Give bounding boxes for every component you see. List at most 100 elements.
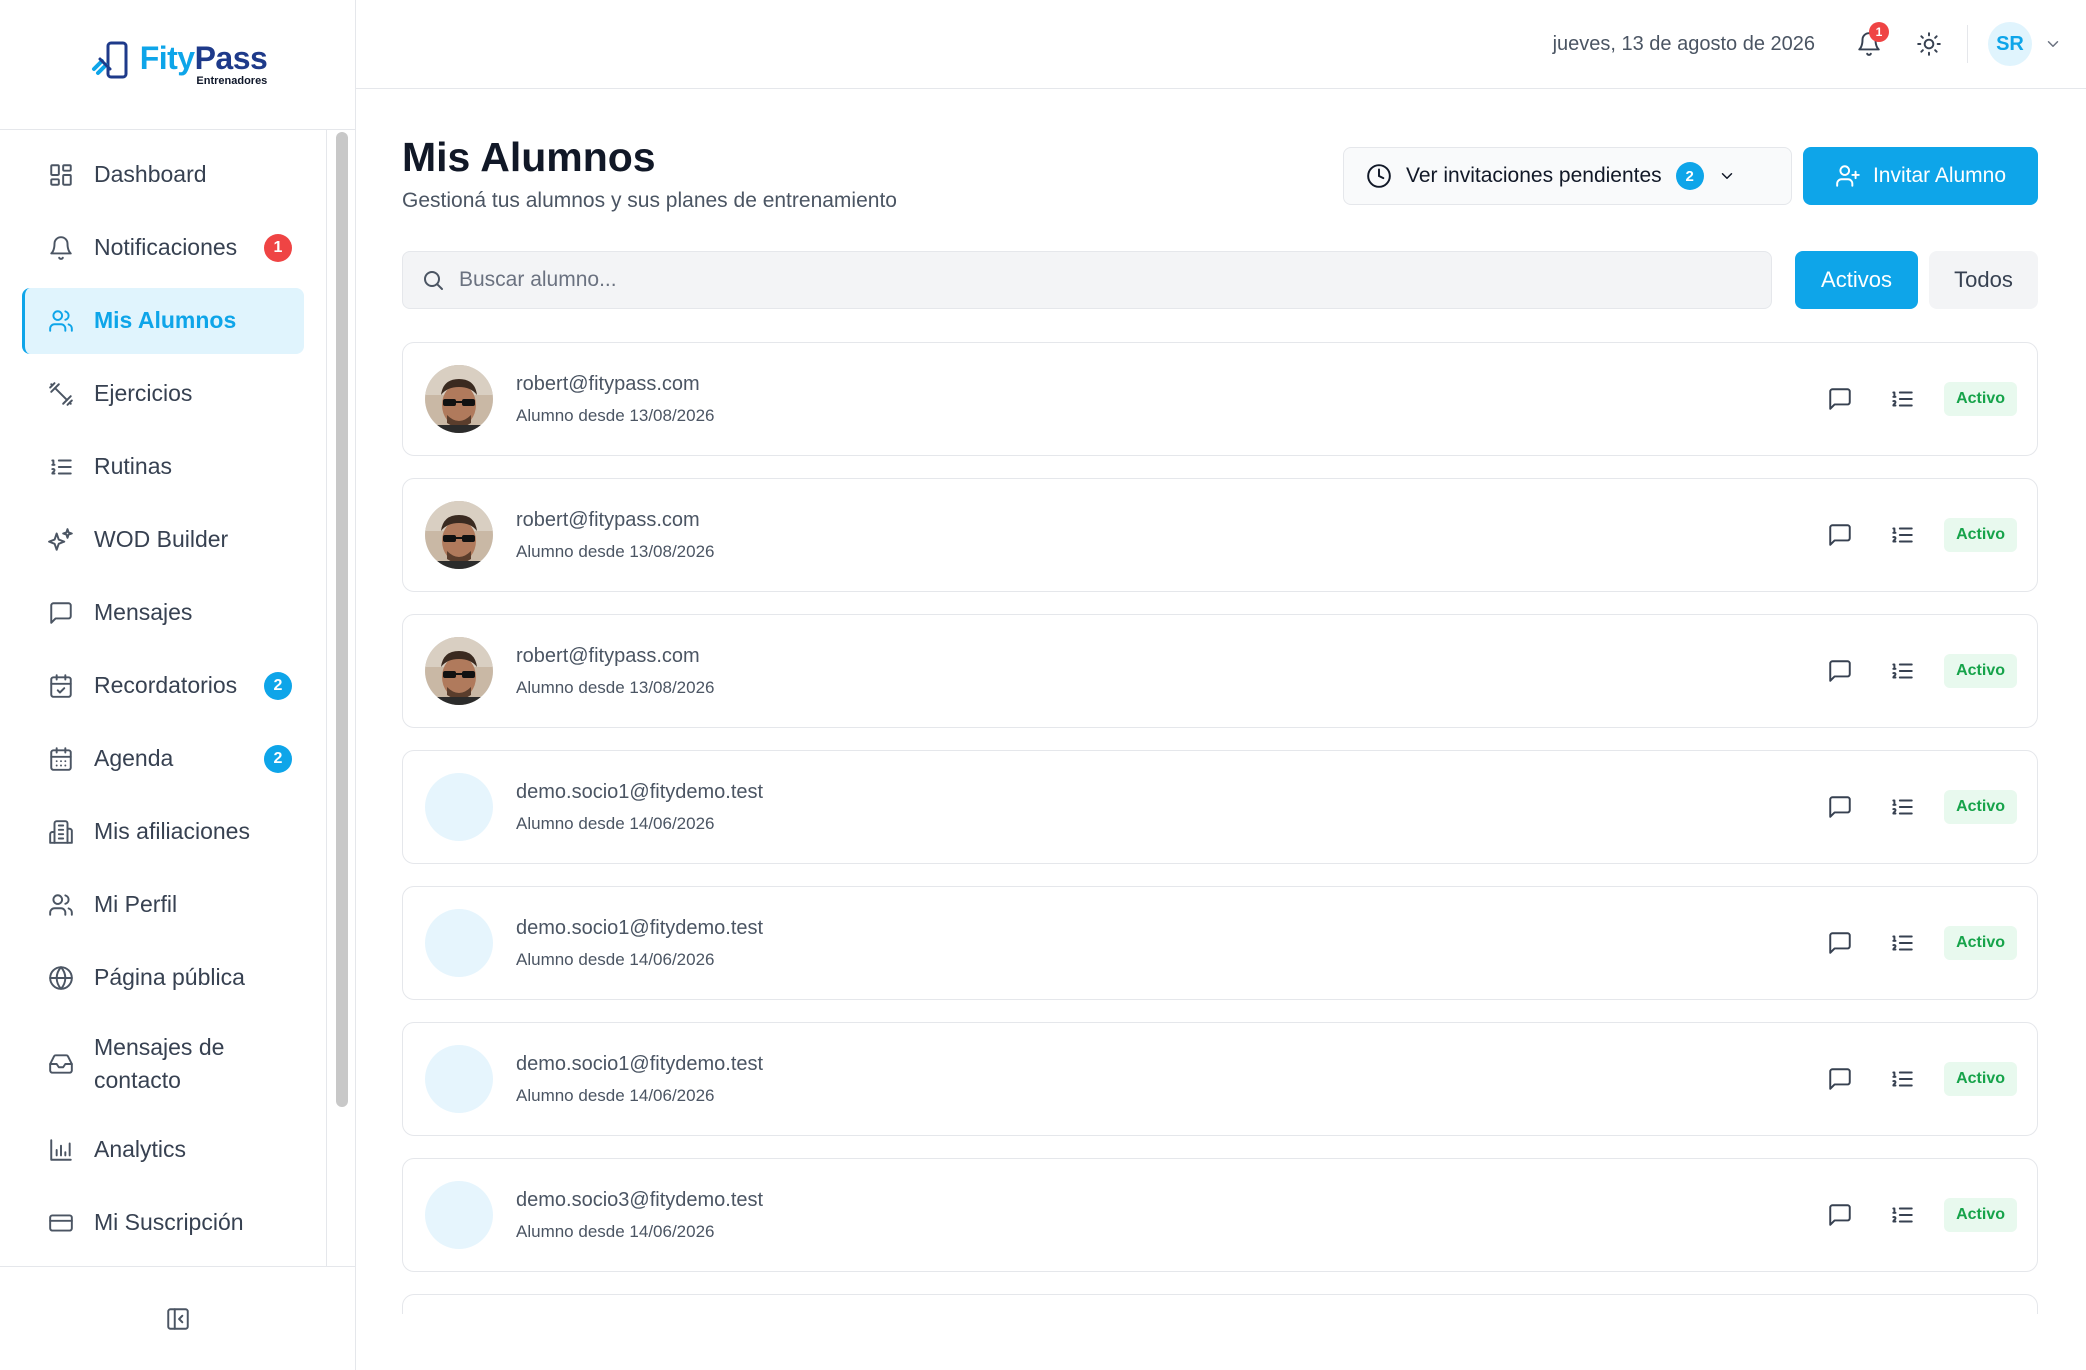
dumbbell-icon bbox=[48, 381, 74, 407]
bar-chart-icon bbox=[48, 1137, 74, 1163]
student-routines-button[interactable] bbox=[1882, 923, 1922, 963]
bell-icon bbox=[48, 235, 74, 261]
sidebar-item-mis-afiliaciones[interactable]: Mis afiliaciones bbox=[22, 799, 304, 865]
sidebar-item-label: Página pública bbox=[94, 964, 245, 991]
sidebar-item-wod-builder[interactable]: WOD Builder bbox=[22, 507, 304, 573]
message-student-button[interactable] bbox=[1820, 923, 1860, 963]
notifications-button[interactable]: 1 bbox=[1849, 22, 1889, 64]
panel-left-close-icon bbox=[167, 1307, 189, 1330]
status-badge: Activo bbox=[1944, 1062, 2017, 1096]
list-ordered-icon bbox=[1892, 391, 1913, 407]
message-student-button[interactable] bbox=[1820, 1195, 1860, 1235]
brand-logo[interactable]: FityPass Entrenadores bbox=[88, 39, 268, 90]
student-email: demo.socio1@fitydemo.test bbox=[516, 916, 764, 939]
status-badge: Activo bbox=[1944, 382, 2017, 416]
student-routines-button[interactable] bbox=[1882, 379, 1922, 419]
sidebar-item-mensajes-de-contacto[interactable]: Mensajes de contacto bbox=[22, 1018, 304, 1110]
student-routines-button[interactable] bbox=[1882, 1059, 1922, 1099]
student-email: demo.socio1@fitydemo.test bbox=[516, 1052, 764, 1075]
brand-name: FityPass bbox=[139, 40, 268, 76]
app-root: FityPass Entrenadores Dashboard Notificac… bbox=[0, 0, 2086, 1370]
sidebar-item-label: Notificaciones bbox=[94, 234, 238, 261]
sidebar-item-mi-suscripcion[interactable]: Mi Suscripción bbox=[22, 1190, 304, 1256]
student-card[interactable]: demo.socio1@fitydemo.test Alumno desde 14… bbox=[402, 1022, 2038, 1136]
student-card[interactable]: demo.socio1@fitydemo.test Alumno desde 14… bbox=[402, 886, 2038, 1000]
student-card[interactable]: demo.socio3@fitydemo.test Alumno desde 14… bbox=[402, 1158, 2038, 1272]
sidebar-scrollbar[interactable] bbox=[326, 130, 356, 1266]
sidebar-item-ejercicios[interactable]: Ejercicios bbox=[22, 361, 304, 427]
collapse-sidebar-button[interactable] bbox=[158, 1299, 198, 1339]
calendar-check-icon bbox=[50, 674, 72, 698]
main-content: Mis Alumnos Gestioná tus alumnos y sus p… bbox=[402, 89, 2038, 1370]
page-subtitle: Gestioná tus alumnos y sus planes de ent… bbox=[402, 189, 897, 212]
message-icon bbox=[1829, 1068, 1851, 1090]
status-badge: Activo bbox=[1944, 1198, 2017, 1232]
message-icon bbox=[48, 600, 74, 626]
message-student-button[interactable] bbox=[1820, 787, 1860, 827]
user-avatar: SR bbox=[1988, 22, 2032, 66]
student-routines-button[interactable] bbox=[1882, 1195, 1922, 1235]
sidebar-item-rutinas[interactable]: Rutinas bbox=[22, 434, 304, 500]
search-input[interactable] bbox=[459, 268, 1739, 292]
list-ordered-icon bbox=[1892, 1071, 1913, 1087]
theme-toggle-button[interactable] bbox=[1909, 24, 1949, 64]
message-student-button[interactable] bbox=[1820, 651, 1860, 691]
student-card[interactable]: robert@fitypass.com Alumno desde 13/08/20… bbox=[402, 614, 2038, 728]
status-badge: Activo bbox=[1944, 790, 2017, 824]
invite-student-button[interactable]: Invitar Alumno bbox=[1803, 147, 2038, 205]
credit-card-icon bbox=[48, 1210, 74, 1236]
clock-icon bbox=[1367, 164, 1391, 188]
sidebar-item-notificaciones[interactable]: Notificaciones 1 bbox=[22, 215, 304, 281]
sidebar-item-label: Mensajes de contacto bbox=[94, 1033, 225, 1093]
user-menu-button[interactable]: SR bbox=[1988, 22, 2062, 66]
calendar-icon bbox=[48, 746, 74, 772]
student-card[interactable]: robert@fitypass.com Alumno desde 13/08/20… bbox=[402, 342, 2038, 456]
sidebar-nav: Dashboard Notificaciones 1 Mis Alumnos Ejerc… bbox=[0, 142, 326, 1263]
globe-icon bbox=[49, 966, 73, 990]
message-icon bbox=[1829, 1204, 1851, 1226]
sidebar-item-label: Ejercicios bbox=[94, 380, 193, 407]
calendar-icon bbox=[50, 747, 72, 771]
student-email: demo.socio1@fitydemo.test bbox=[516, 780, 764, 803]
student-card[interactable]: robert@fitypass.com Alumno desde 13/08/20… bbox=[402, 478, 2038, 592]
sidebar-scrollbar-thumb[interactable] bbox=[336, 132, 348, 1107]
list-ordered-icon bbox=[1892, 527, 1913, 543]
student-avatar bbox=[425, 1181, 493, 1249]
message-icon bbox=[1829, 660, 1851, 682]
student-card[interactable]: demo.socio1@fitydemo.test Alumno desde 14… bbox=[402, 750, 2038, 864]
pending-invitations-button[interactable]: Ver invitaciones pendientes 2 bbox=[1343, 147, 1792, 205]
student-routines-button[interactable] bbox=[1882, 787, 1922, 827]
sidebar-item-pagina-publica[interactable]: Página pública bbox=[22, 945, 304, 1011]
student-routines-button[interactable] bbox=[1882, 515, 1922, 555]
list-ordered-icon bbox=[1892, 935, 1913, 951]
student-routines-button[interactable] bbox=[1882, 651, 1922, 691]
sidebar-item-recordatorios[interactable]: Recordatorios 2 bbox=[22, 653, 304, 719]
sidebar-item-mensajes[interactable]: Mensajes bbox=[22, 580, 304, 646]
user-icon bbox=[49, 894, 73, 916]
student-since: Alumno desde 14/06/2026 bbox=[516, 1085, 715, 1105]
notification-badge: 1 bbox=[1869, 22, 1889, 42]
message-student-button[interactable] bbox=[1820, 515, 1860, 555]
filter-active-button[interactable]: Activos bbox=[1795, 251, 1918, 309]
sidebar-item-dashboard[interactable]: Dashboard bbox=[22, 142, 304, 208]
sidebar-item-label: Mi Perfil bbox=[94, 891, 178, 918]
sidebar-item-analytics[interactable]: Analytics bbox=[22, 1117, 304, 1183]
users-icon bbox=[48, 308, 74, 334]
page-title: Mis Alumnos bbox=[402, 134, 656, 180]
filter-all-button[interactable]: Todos bbox=[1929, 251, 2038, 309]
bell-icon bbox=[50, 236, 72, 260]
sidebar-item-agenda[interactable]: Agenda 2 bbox=[22, 726, 304, 792]
message-student-button[interactable] bbox=[1820, 1059, 1860, 1099]
sidebar: FityPass Entrenadores Dashboard Notificac… bbox=[0, 0, 356, 1370]
sparkles-icon bbox=[48, 527, 74, 553]
calendar-check-icon bbox=[48, 673, 74, 699]
header-divider bbox=[1967, 25, 1968, 63]
sidebar-item-mi-perfil[interactable]: Mi Perfil bbox=[22, 872, 304, 938]
student-email: robert@fitypass.com bbox=[516, 508, 700, 531]
logo-icon bbox=[88, 39, 134, 90]
sidebar-item-mis-alumnos[interactable]: Mis Alumnos bbox=[22, 288, 304, 354]
student-list: robert@fitypass.com Alumno desde 13/08/20… bbox=[402, 342, 2038, 1314]
message-student-button[interactable] bbox=[1820, 379, 1860, 419]
student-email: robert@fitypass.com bbox=[516, 372, 700, 395]
student-avatar bbox=[425, 773, 493, 841]
